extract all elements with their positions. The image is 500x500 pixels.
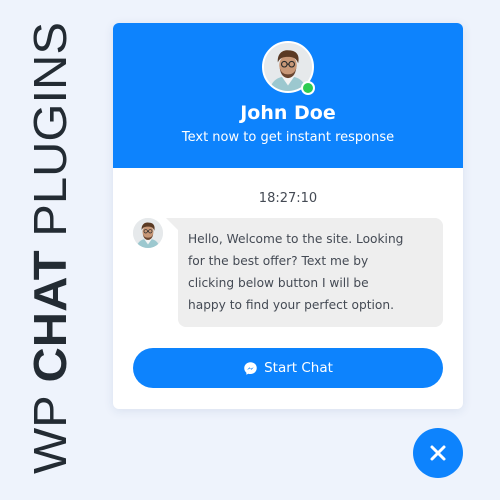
close-icon [430, 445, 446, 461]
brand-part-wp: WP [27, 383, 73, 474]
brand-part-chat: CHAT [27, 250, 73, 382]
message-line: happy to find your perfect option. [188, 298, 394, 312]
page: WP CHAT PLUGINS John Doe Text now to get… [0, 0, 500, 500]
message-line: Hello, Welcome to the site. Looking [188, 232, 404, 246]
chat-header: John Doe Text now to get instant respons… [113, 23, 463, 168]
message-line: for the best offer? Text me by [188, 254, 369, 268]
message-avatar [133, 218, 163, 248]
brand-vertical-text: WP CHAT PLUGINS [27, 18, 73, 478]
brand-text-svg: WP CHAT PLUGINS [27, 22, 73, 474]
close-chat-button[interactable] [413, 428, 463, 478]
chat-widget: John Doe Text now to get instant respons… [113, 23, 463, 409]
svg-text:WP CHAT PLUGINS: WP CHAT PLUGINS [27, 22, 73, 474]
bubble-tail [166, 218, 178, 230]
start-chat-button[interactable]: Start Chat [133, 348, 443, 388]
brand-part-plugins: PLUGINS [27, 22, 73, 250]
agent-name: John Doe [240, 102, 336, 124]
messenger-icon [243, 361, 258, 376]
header-subtitle: Text now to get instant response [181, 130, 395, 145]
online-status-dot [301, 81, 315, 95]
message-bubble: Hello, Welcome to the site. Looking for … [178, 218, 443, 327]
message-timestamp: 18:27:10 [258, 191, 318, 206]
message-avatar-image [133, 218, 163, 248]
message-line: clicking below button I will be [188, 276, 369, 290]
start-chat-label: Start Chat [264, 360, 333, 376]
